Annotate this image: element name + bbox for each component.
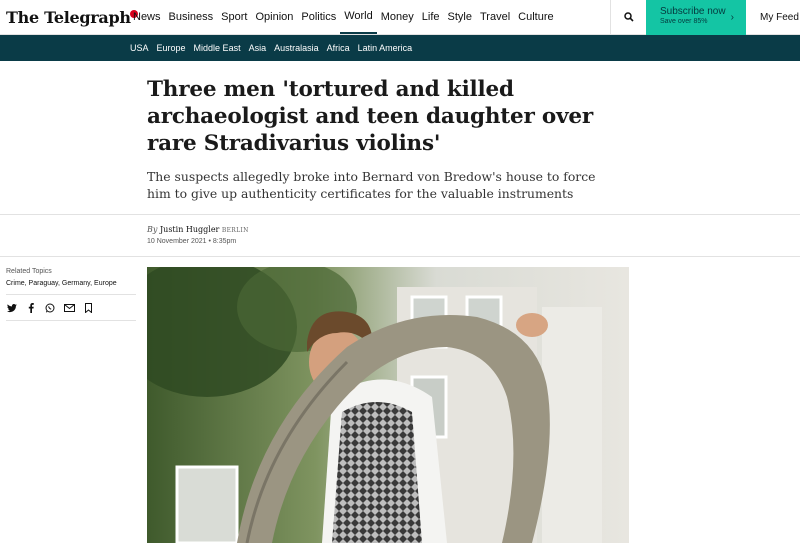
nav-sport[interactable]: Sport — [217, 0, 251, 34]
related-topics-label: Related Topics — [6, 268, 52, 275]
publish-date: 10 November 2021 • 8:35pm — [147, 238, 237, 245]
byline-location: BERLIN — [221, 227, 249, 234]
twitter-icon[interactable] — [6, 301, 18, 315]
nav-opinion[interactable]: Opinion — [251, 0, 297, 34]
article-standfirst: The suspects allegedly broke into Bernar… — [147, 169, 596, 201]
subnav-europe[interactable]: Europe — [153, 35, 190, 61]
nav-news[interactable]: News — [129, 0, 165, 34]
top-navigation-bar: The Telegraph News Business Sport Opinio… — [0, 0, 800, 35]
main-nav: News Business Sport Opinion Politics Wor… — [129, 0, 558, 34]
byline-prefix: By — [147, 225, 158, 234]
search-button[interactable] — [610, 0, 646, 34]
share-bar — [6, 301, 94, 315]
divider — [6, 320, 136, 321]
bookmark-icon[interactable] — [82, 301, 94, 315]
nav-business[interactable]: Business — [165, 0, 218, 34]
divider — [0, 214, 800, 215]
my-feed-link[interactable]: My Feed — [760, 0, 799, 34]
facebook-icon[interactable] — [25, 301, 37, 315]
subnav-asia[interactable]: Asia — [245, 35, 271, 61]
subnav-africa[interactable]: Africa — [323, 35, 354, 61]
author-name[interactable]: Justin Huggler — [160, 225, 219, 234]
subnav-middle-east[interactable]: Middle East — [190, 35, 245, 61]
subnav-australasia[interactable]: Australasia — [270, 35, 323, 61]
nav-life[interactable]: Life — [418, 0, 444, 34]
nav-travel[interactable]: Travel — [476, 0, 514, 34]
chevron-right-icon: › — [730, 12, 734, 23]
nav-world[interactable]: World — [340, 0, 377, 34]
related-topics-list[interactable]: Crime, Paraguay, Germany, Europe — [6, 280, 117, 287]
telegraph-logo[interactable]: The Telegraph — [6, 5, 138, 29]
subscribe-button[interactable]: Subscribe now Save over 85% › — [646, 0, 746, 35]
subnav-usa[interactable]: USA — [126, 35, 153, 61]
nav-politics[interactable]: Politics — [297, 0, 340, 34]
email-icon[interactable] — [63, 301, 75, 315]
logo-text: The Telegraph — [6, 7, 131, 27]
byline: By Justin Huggler BERLIN — [147, 225, 249, 234]
subnav-latin-america[interactable]: Latin America — [354, 35, 417, 61]
nav-money[interactable]: Money — [377, 0, 418, 34]
nav-style[interactable]: Style — [444, 0, 476, 34]
photo-illustration — [147, 267, 629, 543]
divider — [0, 256, 800, 257]
search-icon — [623, 12, 634, 22]
article-headline: Three men 'tortured and killed archaeolo… — [147, 77, 593, 156]
divider — [6, 294, 136, 295]
world-subnav: USA Europe Middle East Asia Australasia … — [126, 35, 416, 61]
whatsapp-icon[interactable] — [44, 301, 56, 315]
nav-culture[interactable]: Culture — [514, 0, 557, 34]
lead-photo — [147, 267, 629, 543]
section-subnav-bar: USA Europe Middle East Asia Australasia … — [0, 35, 800, 61]
